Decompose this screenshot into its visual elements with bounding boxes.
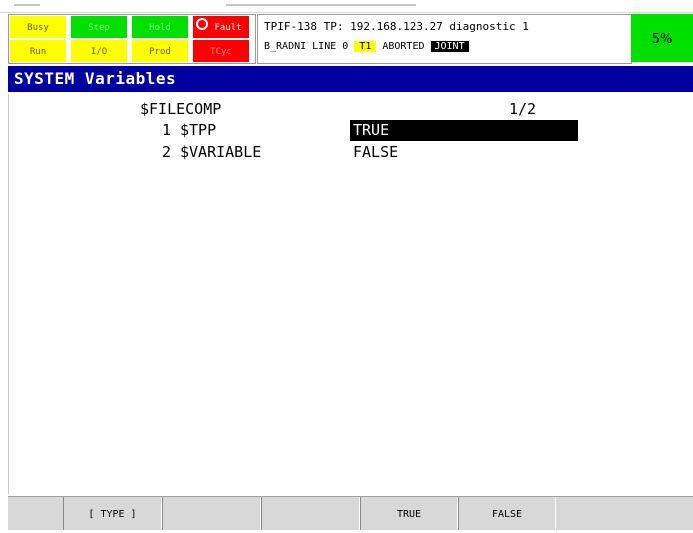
program-status-line: B_RADNI LINE 0 T1 ABORTED JOINT — [264, 41, 469, 52]
function-key-bar: [ TYPE ] TRUE FALSE — [8, 496, 693, 530]
indicator-busy: Busy — [10, 16, 68, 38]
indicator-tcyc: TCyc — [193, 40, 251, 62]
row-name: $TPP — [180, 121, 217, 139]
speed-override[interactable]: 5% — [631, 14, 693, 62]
variable-row[interactable]: 1 $TPP TRUE — [9, 120, 693, 141]
coord-badge: JOINT — [430, 41, 469, 52]
variable-list: $FILECOMP 1/2 1 $TPP TRUE 2 $VARIABLE FA… — [8, 94, 693, 494]
variable-name: $FILECOMP — [140, 100, 222, 118]
mode-badge: T1 — [354, 41, 377, 52]
top-rule — [0, 0, 693, 13]
variable-row[interactable]: 2 $VARIABLE FALSE — [9, 142, 693, 163]
row-index: 1 — [161, 121, 171, 139]
page-indicator: 1/2 — [509, 100, 537, 118]
top-rule-segment — [226, 4, 416, 6]
row-value[interactable]: FALSE — [350, 142, 578, 163]
row-index: 2 — [161, 143, 171, 161]
f1-type-key[interactable]: [ TYPE ] — [63, 497, 162, 530]
f2-key[interactable] — [162, 497, 261, 530]
info-panel: TPIF-138 TP: 192.168.123.27 diagnostic 1… — [257, 14, 632, 64]
f4-true-key[interactable]: TRUE — [360, 497, 458, 530]
indicator-hold: Hold — [132, 16, 190, 38]
indicator-io: I/O — [71, 40, 129, 62]
f3-key[interactable] — [261, 497, 360, 530]
indicator-fault: Fault — [193, 16, 251, 38]
program-state: ABORTED — [382, 41, 425, 52]
indicator-step: Step — [71, 16, 129, 38]
indicator-run: Run — [10, 40, 68, 62]
indicator-prod: Prod — [132, 40, 190, 62]
program-line: B_RADNI LINE 0 — [264, 41, 349, 52]
fault-lamp-icon — [196, 18, 208, 30]
row-value-selected[interactable]: TRUE — [350, 120, 578, 141]
page-title: SYSTEM Variables — [14, 69, 177, 88]
status-panel: Busy Step Hold Fault Run I/O Prod TCyc — [8, 14, 256, 64]
alarm-message: TPIF-138 TP: 192.168.123.27 diagnostic 1 — [264, 20, 529, 33]
f5-false-key[interactable]: FALSE — [458, 497, 556, 530]
title-bar: SYSTEM Variables — [8, 66, 693, 92]
row-name: $VARIABLE — [180, 143, 262, 161]
top-rule-segment — [14, 4, 40, 6]
